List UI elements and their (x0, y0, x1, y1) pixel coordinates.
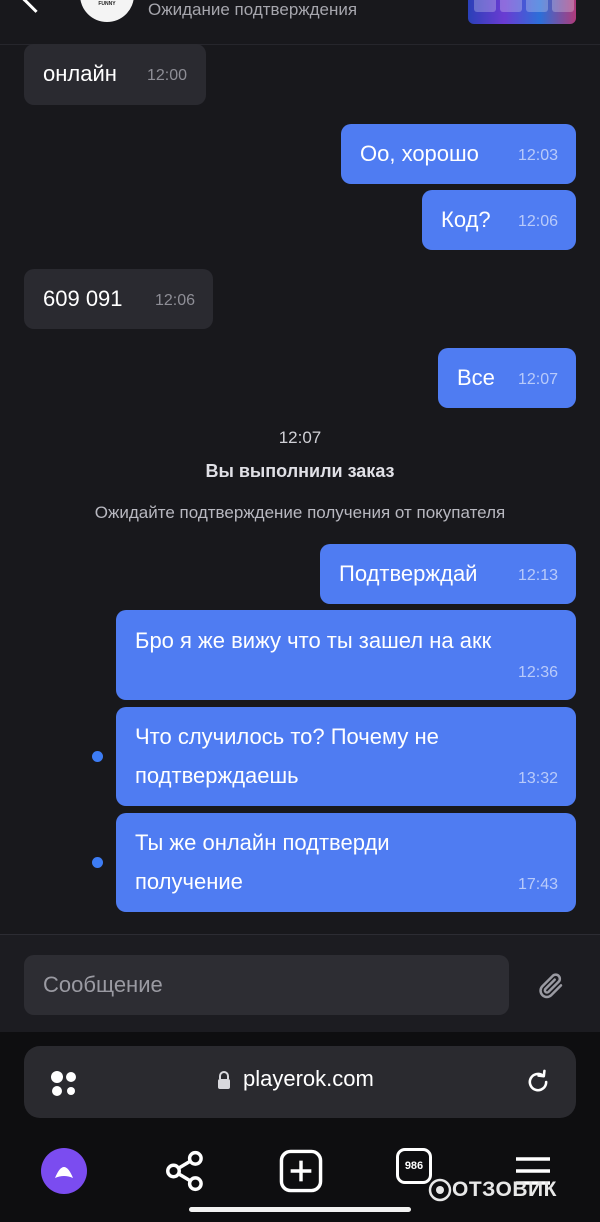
message-incoming: 609 091 12:06 (24, 269, 213, 329)
chat-header: FUNNY Ожидание подтверждения (0, 0, 600, 45)
order-status: Ожидание подтверждения (148, 0, 358, 19)
product-thumbnail[interactable] (468, 0, 576, 24)
message-time: 13:32 (517, 770, 558, 787)
unread-dot (92, 751, 103, 762)
lock-icon (218, 1071, 230, 1089)
event-time: 12:07 (278, 428, 322, 447)
message-outgoing: Что случилось то? Почему не подтверждаеш… (116, 707, 576, 806)
reload-icon[interactable] (524, 1068, 552, 1096)
message-outgoing: Ты же онлайн подтверди получение 17:43 (116, 813, 576, 912)
message-outgoing: Оо, хорошо 12:03 (341, 124, 576, 184)
message-text-line: подтверждаешь (135, 763, 299, 788)
message-text: Все (457, 365, 495, 390)
tabs-count: 986 (396, 1148, 432, 1184)
message-text: Подтверждай (339, 561, 478, 586)
home-indicator[interactable] (189, 1207, 411, 1212)
avatar[interactable]: FUNNY (80, 0, 134, 22)
message-outgoing: Все 12:07 (438, 348, 576, 408)
unread-dot (92, 857, 103, 868)
watermark-icon (428, 1178, 452, 1202)
message-text-line: Ты же онлайн подтверди (135, 830, 390, 855)
share-icon[interactable] (162, 1148, 208, 1194)
message-time: 12:07 (517, 371, 558, 388)
message-time: 12:00 (146, 67, 187, 84)
message-outgoing: Подтверждай 12:13 (320, 544, 576, 604)
message-input[interactable] (24, 955, 509, 1015)
message-incoming: онлайн 12:00 (24, 44, 206, 105)
new-tab-icon[interactable] (278, 1148, 324, 1194)
watermark: ОТЗОВИК (452, 1178, 557, 1201)
message-text: Бро я же вижу что ты зашел на акк (135, 628, 492, 653)
back-arrow-icon[interactable] (22, 0, 49, 13)
message-outgoing: Код? 12:06 (422, 190, 576, 250)
message-time: 17:43 (517, 876, 558, 893)
message-time: 12:03 (517, 147, 558, 164)
event-subtitle: Ожидайте подтверждение получения от поку… (94, 503, 506, 522)
paperclip-icon[interactable] (536, 971, 566, 1001)
alice-icon[interactable] (41, 1148, 87, 1194)
message-time: 12:36 (517, 664, 558, 681)
event-title: Вы выполнили заказ (205, 461, 395, 481)
site-menu-icon[interactable] (48, 1068, 80, 1100)
message-text-line: получение (135, 869, 243, 894)
message-composer (0, 934, 600, 1033)
message-text: Код? (441, 207, 491, 232)
message-text: Оо, хорошо (360, 141, 479, 166)
message-time: 12:13 (517, 567, 558, 584)
message-text: 609 091 (43, 286, 123, 311)
message-text-line: Что случилось то? Почему не (135, 724, 439, 749)
message-time: 12:06 (154, 292, 195, 309)
message-text: онлайн (43, 61, 117, 86)
message-time: 12:06 (517, 213, 558, 230)
address-bar[interactable]: playerok.com (24, 1046, 576, 1118)
message-outgoing: Бро я же вижу что ты зашел на акк 12:36 (116, 610, 576, 700)
url-text[interactable]: playerok.com (243, 1066, 374, 1092)
